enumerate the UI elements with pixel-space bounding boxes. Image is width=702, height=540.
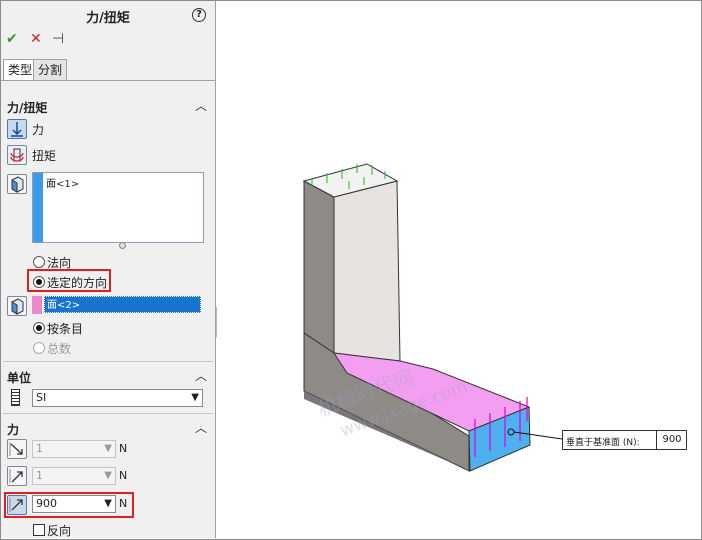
chevron-down-icon: ▼ [191, 392, 199, 403]
force-x-icon[interactable] [7, 439, 27, 459]
ruler-icon [11, 389, 20, 406]
tab-type[interactable]: 类型 [3, 59, 38, 80]
direction-reference-icon [7, 296, 27, 316]
force-x-unit: N [119, 442, 128, 455]
property-manager-panel: 力/扭矩 ? ✔ ✕ ⊣ 类型 分割 力/扭矩 ︿ 力 扭矩 面<1> 法向 选… [1, 1, 216, 538]
section-title: 力/扭矩 [7, 101, 48, 115]
help-icon[interactable]: ? [192, 8, 206, 22]
callout-label: 垂直于基准面 (N): [566, 438, 640, 448]
torque-option-label[interactable]: 扭矩 [32, 147, 56, 164]
chevron-up-icon[interactable]: ︿ [195, 419, 207, 436]
units-value: SI [36, 391, 47, 404]
total-label: 总数 [47, 342, 72, 356]
units-select[interactable]: SI ▼ [32, 389, 203, 407]
panel-title: 力/扭矩 [86, 11, 130, 26]
face-list-item[interactable]: 面<1> [46, 175, 79, 190]
chevron-up-icon[interactable]: ︿ [195, 367, 207, 384]
force-arrow-icon[interactable] [7, 119, 27, 139]
reverse-direction-label: 反向 [47, 524, 72, 538]
normal-radio[interactable] [33, 256, 45, 268]
force-title: 力 [7, 423, 20, 437]
reverse-direction-checkbox[interactable] [33, 524, 45, 536]
force-callout[interactable]: 垂直于基准面 (N): 900 [562, 430, 687, 450]
direction-reference-value[interactable]: 面<2> [44, 296, 201, 313]
force-torque-section-header[interactable]: 力/扭矩 ︿ [1, 97, 215, 117]
chevron-down-icon: ▼ [104, 443, 112, 454]
force-section-header[interactable]: 力 ︿ [1, 419, 215, 439]
chevron-up-icon[interactable]: ︿ [195, 97, 207, 114]
pushpin-icon[interactable]: ⊣ [52, 31, 64, 47]
face-selection-list[interactable]: 面<1> [32, 172, 204, 243]
per-item-radio[interactable] [33, 322, 45, 334]
per-item-label: 按条目 [47, 322, 84, 336]
resize-handle[interactable] [119, 242, 126, 249]
callout-value[interactable]: 900 [656, 431, 687, 449]
total-radio[interactable] [33, 342, 45, 354]
face-selection-icon [7, 174, 27, 194]
graphics-viewport[interactable]: 机械时代网 www.jxage.com [217, 1, 701, 538]
cancel-x-icon[interactable]: ✕ [30, 31, 42, 47]
tab-split[interactable]: 分割 [33, 59, 68, 80]
force-x-combo[interactable]: 1 ▼ [32, 440, 116, 458]
tab-strip: 类型 分割 [1, 59, 215, 81]
force-y-combo[interactable]: 1 ▼ [32, 467, 116, 485]
force-option-label[interactable]: 力 [32, 121, 44, 138]
force-y-icon[interactable] [7, 466, 27, 486]
force-y-unit: N [119, 469, 128, 482]
highlight-selected-direction [27, 269, 111, 292]
units-title: 单位 [7, 371, 32, 385]
units-section-header[interactable]: 单位 ︿ [1, 367, 215, 387]
chevron-down-icon: ▼ [104, 470, 112, 481]
direction-reference-field[interactable]: 面<2> [32, 296, 202, 314]
highlight-force-value [4, 492, 134, 518]
l-bracket-model[interactable] [217, 1, 701, 538]
torque-icon[interactable] [7, 145, 27, 165]
ok-check-icon[interactable]: ✔ [6, 31, 18, 47]
